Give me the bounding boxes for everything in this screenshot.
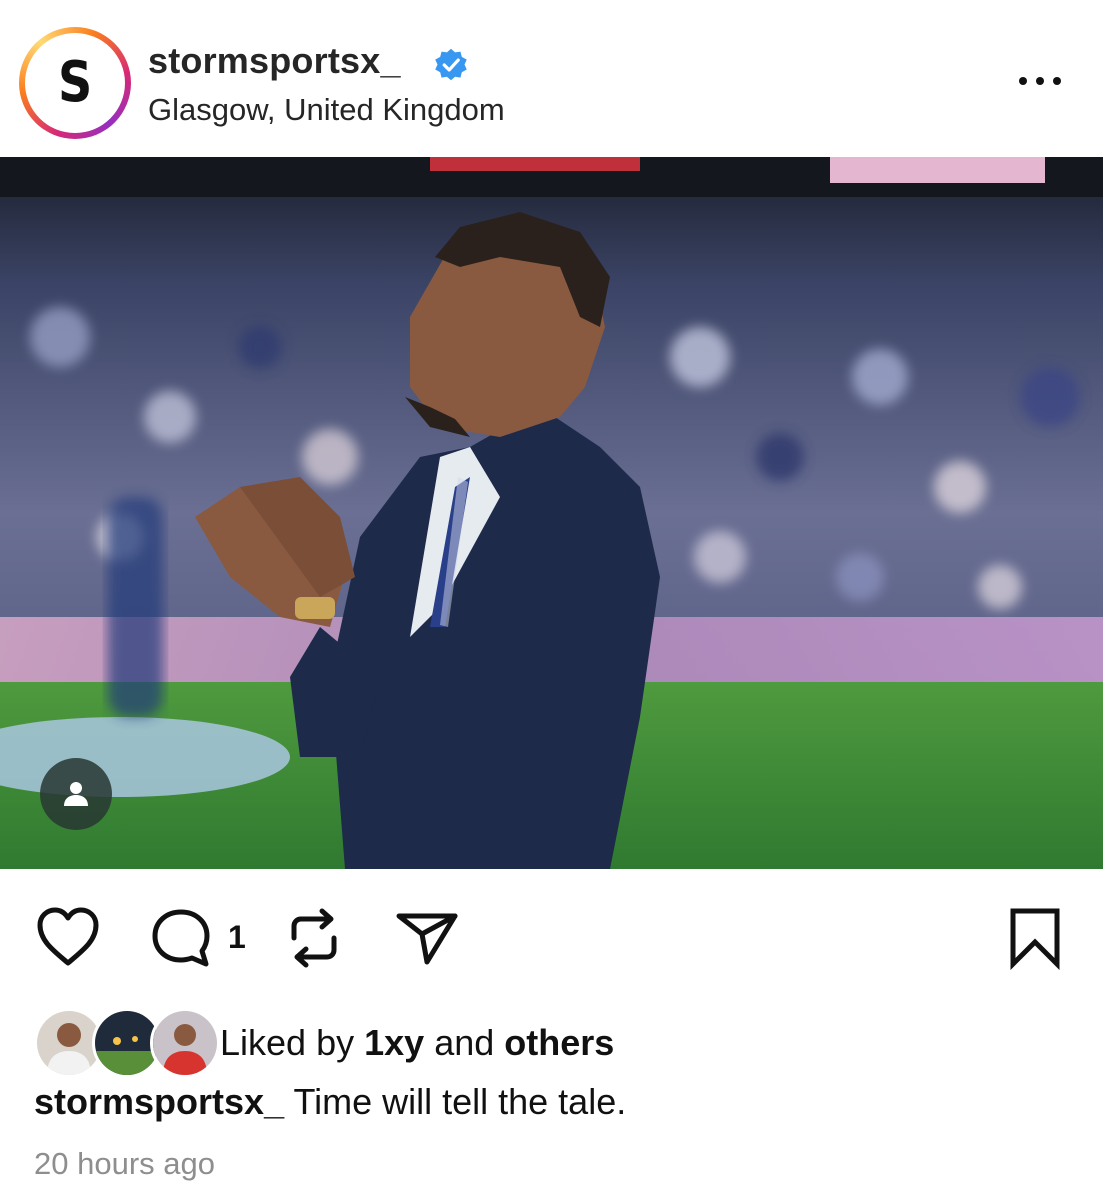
avatar-logo: S [57, 50, 93, 115]
stadium-photo [0, 157, 1103, 869]
post-caption: stormsportsx_ Time will tell the tale. [34, 1081, 626, 1123]
bookmark-icon[interactable] [1006, 906, 1064, 970]
likes-text: Liked by 1xy and others [220, 1022, 614, 1064]
post-timestamp: 20 hours ago [34, 1146, 215, 1181]
liker-avatar [150, 1008, 220, 1078]
tagged-people-button[interactable] [40, 758, 112, 830]
post-header: S stormsportsx_ Glasgow, United Kingdom [0, 0, 1103, 157]
likes-prefix: Liked by [220, 1022, 355, 1063]
more-horizontal-icon[interactable] [1016, 66, 1064, 96]
likes-user[interactable]: 1xy [364, 1022, 424, 1063]
likes-connector: and [434, 1022, 495, 1063]
likes-others[interactable]: others [504, 1022, 614, 1063]
caption-username[interactable]: stormsportsx_ [34, 1081, 284, 1122]
action-bar [0, 900, 1103, 980]
post-username[interactable]: stormsportsx_ [148, 40, 401, 82]
comment-count: 1 [228, 919, 246, 955]
comment-icon[interactable] [148, 906, 214, 972]
post-photo[interactable] [0, 157, 1103, 869]
profile-avatar[interactable]: S [19, 27, 131, 139]
person-icon [64, 782, 88, 806]
send-icon[interactable] [394, 908, 460, 968]
avatar-inner: S [25, 33, 125, 133]
caption-text: Time will tell the tale. [293, 1081, 627, 1122]
post-location[interactable]: Glasgow, United Kingdom [148, 92, 505, 128]
verified-badge-icon [435, 48, 467, 81]
likes-row[interactable]: Liked by 1xy and others [34, 1008, 1034, 1078]
heart-icon[interactable] [34, 905, 102, 969]
repost-icon[interactable] [284, 904, 344, 972]
